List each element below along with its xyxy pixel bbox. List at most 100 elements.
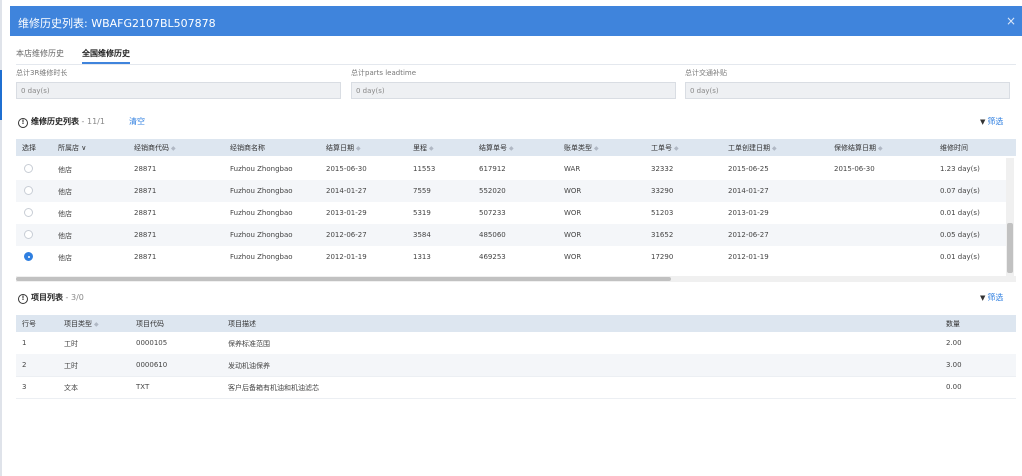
col-warranty-date-label: 保修结算日期 — [834, 144, 876, 152]
items-section-title: ! 项目列表 - 3/0 — [18, 292, 84, 304]
cell-dealer-name: Fuzhou Zhongbao — [230, 253, 293, 261]
col-order-no[interactable]: 工单号 ◆ — [651, 143, 679, 153]
items-filter-button[interactable]: ▼ 筛选 — [980, 292, 1003, 303]
history-filter-button[interactable]: ▼ 筛选 — [980, 116, 1003, 127]
filter-icon: ▼ — [980, 294, 986, 302]
cell-dealer-code: 28871 — [134, 231, 157, 239]
row-select-radio[interactable] — [24, 186, 33, 195]
cell-dealer-name: Fuzhou Zhongbao — [230, 187, 293, 195]
col-order-date-label: 工单创建日期 — [728, 144, 770, 152]
item-row[interactable]: 3 文本 TXT 客户后备箱有机油和机油滤芯 0.00 — [16, 376, 1016, 398]
cell-repair-time: 0.01 day(s) — [940, 209, 980, 217]
cell-settle-date: 2012-06-27 — [326, 231, 367, 239]
col-settle-date[interactable]: 结算日期 ◆ — [326, 143, 361, 153]
info-icon: ! — [18, 118, 28, 128]
cell-item-code: 0000610 — [136, 361, 168, 369]
sort-icon: ◆ — [429, 145, 434, 152]
row-select-radio[interactable] — [24, 208, 33, 217]
cell-bill-type: WOR — [564, 187, 582, 195]
cell-warranty-date: 2015-06-30 — [834, 165, 875, 173]
item-row[interactable]: 1 工时 0000105 保养标准范围 2.00 — [16, 332, 1016, 354]
col-item-type-label: 项目类型 — [64, 320, 92, 328]
col-dealer-code-label: 经销商代码 — [134, 144, 169, 152]
cell-store: 他店 — [58, 166, 72, 174]
cell-item-desc: 保养标准范围 — [228, 340, 270, 348]
cell-settle-no: 507233 — [479, 209, 506, 217]
background-nav-highlight — [0, 70, 2, 120]
cell-mileage: 11553 — [413, 165, 436, 173]
row-select-radio[interactable] — [24, 230, 33, 239]
total-transport-subsidy-field: 0 day(s) — [685, 82, 1010, 99]
sort-icon: ◆ — [674, 145, 679, 152]
cell-store: 他店 — [58, 188, 72, 196]
col-order-date[interactable]: 工单创建日期 ◆ — [728, 143, 777, 153]
tab-divider — [16, 64, 1016, 65]
col-store[interactable]: 所属店 ∨ — [58, 143, 86, 153]
modal-title: 维修历史列表: WBAFG2107BL507878 — [18, 17, 216, 30]
cell-item-line: 2 — [22, 361, 27, 369]
cell-item-code: TXT — [136, 383, 150, 391]
cell-order-date: 2015-06-25 — [728, 165, 769, 173]
sort-icon: ◆ — [356, 145, 361, 152]
col-item-desc: 项目描述 — [228, 320, 256, 328]
history-vertical-scrollbar[interactable] — [1006, 158, 1014, 276]
close-icon[interactable]: × — [1006, 14, 1016, 28]
total-parts-leadtime-label: 总计parts leadtime — [351, 69, 417, 77]
items-table-header: 行号 项目类型 ◆ 项目代码 项目描述 数量 — [16, 315, 1016, 332]
cell-order-date: 2013-01-29 — [728, 209, 769, 217]
col-settle-no[interactable]: 结算单号 ◆ — [479, 143, 514, 153]
col-order-no-label: 工单号 — [651, 144, 672, 152]
row-select-radio[interactable] — [24, 164, 33, 173]
cell-settle-date: 2015-06-30 — [326, 165, 367, 173]
col-dealer-code[interactable]: 经销商代码 ◆ — [134, 143, 176, 153]
total-parts-leadtime-field: 0 day(s) — [351, 82, 676, 99]
col-select: 选择 — [22, 144, 36, 152]
history-row[interactable]: 他店 28871 Fuzhou Zhongbao 2012-01-19 1313 4692… — [16, 246, 1006, 268]
cell-store: 他店 — [58, 210, 72, 218]
cell-settle-date: 2014-01-27 — [326, 187, 367, 195]
col-qty: 数量 — [946, 320, 960, 328]
clear-button[interactable]: 清空 — [129, 116, 145, 127]
cell-order-no: 32332 — [651, 165, 674, 173]
vertical-scroll-thumb[interactable] — [1007, 223, 1013, 273]
col-warranty-date[interactable]: 保修结算日期 ◆ — [834, 143, 883, 153]
history-row[interactable]: 他店 28871 Fuzhou Zhongbao 2015-06-30 11553 617… — [16, 158, 1006, 180]
filter-icon: ▼ — [980, 118, 986, 126]
cell-item-qty: 2.00 — [946, 339, 962, 347]
cell-settle-no: 552020 — [479, 187, 506, 195]
sort-icon: ◆ — [772, 145, 777, 152]
total-3r-repair-field: 0 day(s) — [16, 82, 341, 99]
cell-repair-time: 0.07 day(s) — [940, 187, 980, 195]
history-row[interactable]: 他店 28871 Fuzhou Zhongbao 2012-06-27 3584 4850… — [16, 224, 1006, 246]
cell-settle-no: 617912 — [479, 165, 506, 173]
col-settle-no-label: 结算单号 — [479, 144, 507, 152]
cell-item-qty: 0.00 — [946, 383, 962, 391]
history-row[interactable]: 他店 28871 Fuzhou Zhongbao 2014-01-27 7559 5520… — [16, 180, 1006, 202]
row-select-radio[interactable] — [24, 252, 33, 261]
history-horizontal-scrollbar[interactable] — [16, 276, 1016, 282]
cell-bill-type: WOR — [564, 253, 582, 261]
item-row[interactable]: 2 工时 0000610 发动机油保养 3.00 — [16, 354, 1016, 376]
cell-order-date: 2012-06-27 — [728, 231, 769, 239]
row-divider — [16, 398, 1016, 399]
tab-store-history[interactable]: 本店维修历史 — [16, 48, 64, 59]
cell-dealer-code: 28871 — [134, 165, 157, 173]
sort-icon: ◆ — [594, 145, 599, 152]
cell-mileage: 1313 — [413, 253, 431, 261]
sort-icon: ◆ — [171, 145, 176, 152]
cell-item-qty: 3.00 — [946, 361, 962, 369]
history-section-title: ! 维修历史列表 - 11/1 — [18, 116, 105, 128]
col-bill-type-label: 账单类型 — [564, 144, 592, 152]
info-icon: ! — [18, 294, 28, 304]
cell-dealer-code: 28871 — [134, 209, 157, 217]
cell-mileage: 7559 — [413, 187, 431, 195]
col-mileage[interactable]: 里程 ◆ — [413, 143, 434, 153]
cell-item-line: 1 — [22, 339, 27, 347]
tab-national-history[interactable]: 全国维修历史 — [82, 48, 130, 64]
col-repair-time: 维修时间 — [940, 144, 968, 152]
history-row[interactable]: 他店 28871 Fuzhou Zhongbao 2013-01-29 5319 5072… — [16, 202, 1006, 224]
cell-item-desc: 客户后备箱有机油和机油滤芯 — [228, 384, 319, 392]
col-item-type[interactable]: 项目类型 ◆ — [64, 319, 99, 329]
horizontal-scroll-thumb[interactable] — [16, 277, 671, 281]
col-bill-type[interactable]: 账单类型 ◆ — [564, 143, 599, 153]
